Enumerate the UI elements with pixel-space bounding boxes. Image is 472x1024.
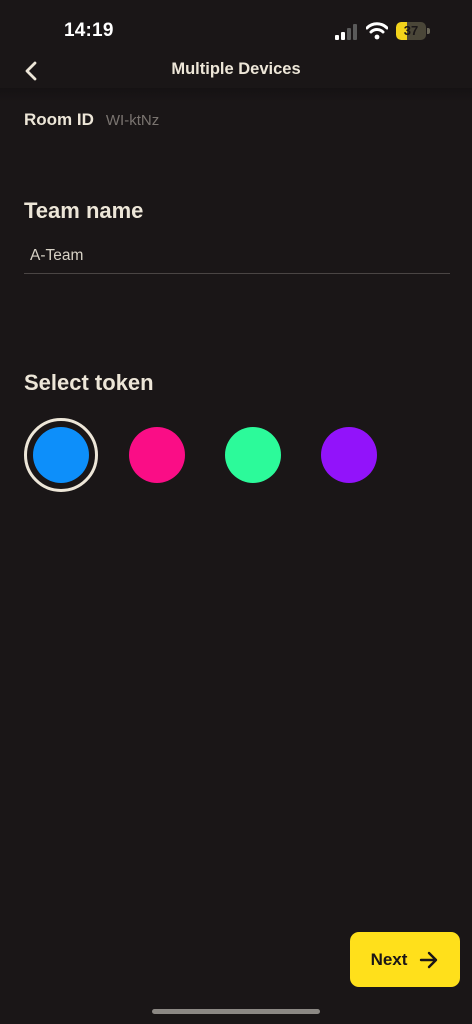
token-option[interactable] (321, 427, 377, 483)
room-id-label: Room ID (24, 110, 94, 129)
team-name-heading: Team name (24, 198, 144, 223)
battery-cap (427, 28, 430, 34)
team-name-input[interactable] (24, 238, 450, 274)
battery-icon: 37 (396, 22, 430, 42)
room-id-value: WI-ktNz (105, 112, 160, 129)
signal-icon (335, 24, 357, 40)
nav-bar: Multiple Devices (0, 50, 472, 90)
token-option[interactable] (225, 427, 281, 483)
arrow-right-icon (420, 951, 438, 968)
token-swatch (33, 427, 89, 483)
room-id-row: Room ID WI-ktNz (24, 110, 159, 130)
battery-level: 37 (403, 23, 419, 38)
next-button[interactable]: Next (350, 932, 460, 987)
screen: 14:19 37 Multiple Devices Room ID WI-ktN… (0, 0, 472, 1024)
home-indicator (152, 1009, 320, 1014)
token-options (24, 418, 454, 492)
nav-divider (0, 88, 472, 102)
next-button-label: Next (370, 949, 408, 969)
token-option[interactable] (129, 427, 185, 483)
page-title: Multiple Devices (171, 60, 301, 78)
status-time: 14:19 (64, 20, 114, 41)
battery-body: 37 (396, 22, 426, 40)
select-token-heading: Select token (24, 370, 154, 395)
token-option-selected[interactable] (24, 418, 98, 492)
wifi-icon (366, 22, 388, 40)
